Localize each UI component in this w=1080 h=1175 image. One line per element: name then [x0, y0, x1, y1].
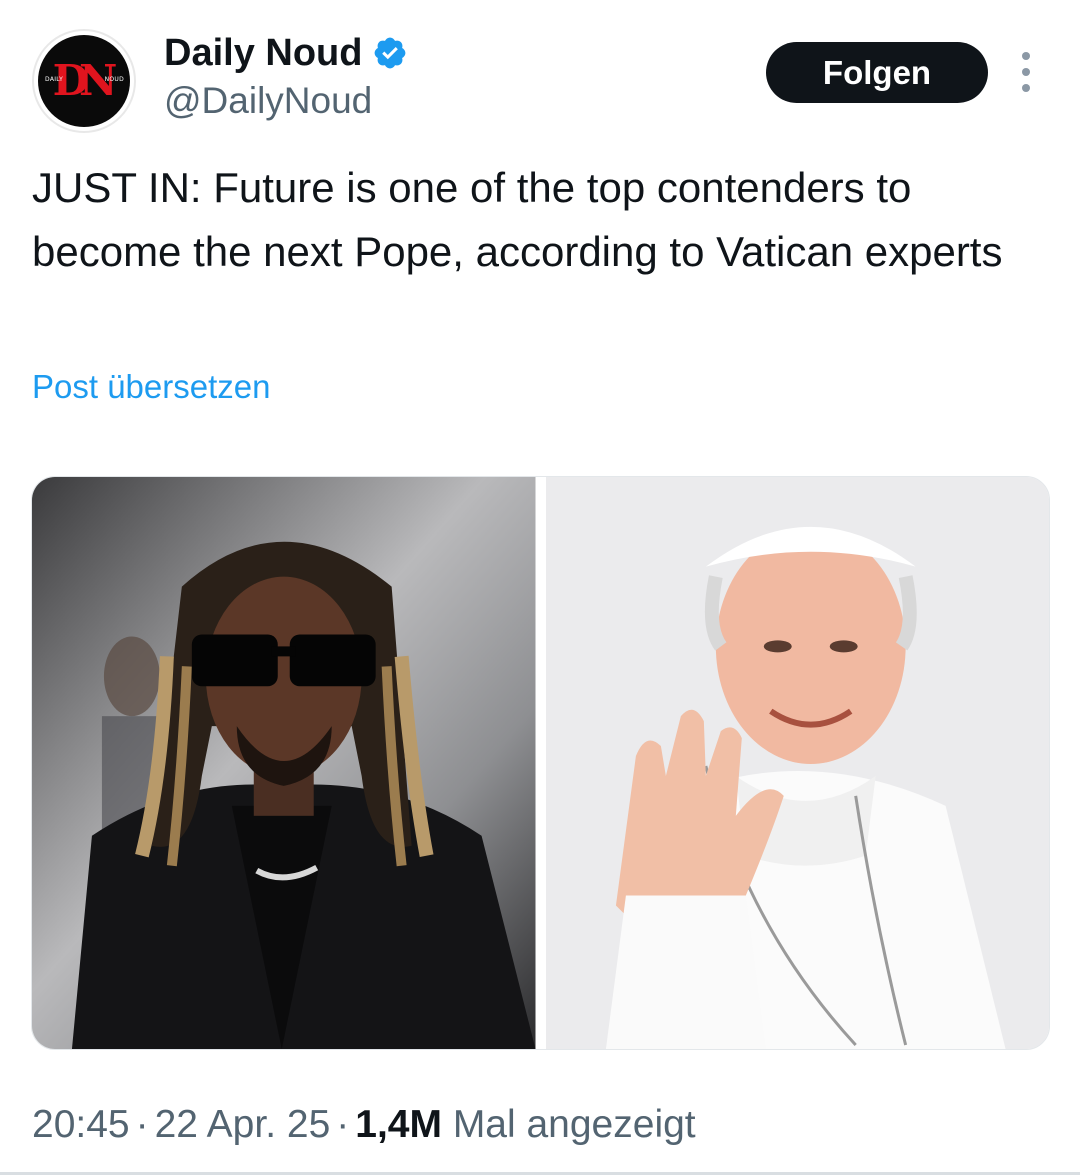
author-avatar[interactable]: DAILY DN NOUD: [32, 29, 136, 133]
meta-separator: ·: [135, 1103, 149, 1146]
more-vertical-icon[interactable]: [1014, 52, 1038, 92]
avatar-right-text: NOUD: [104, 76, 124, 83]
more-dot: [1022, 68, 1030, 76]
avatar-logo-circle: DAILY DN NOUD: [38, 35, 130, 127]
photo-pope-image: [545, 477, 1049, 1049]
author-handle[interactable]: @DailyNoud: [164, 78, 372, 124]
tweet-text: JUST IN: Future is one of the top conten…: [32, 164, 1003, 275]
tweet-meta: 20:45 · 22 Apr. 25 · 1,4M Mal angezeigt: [32, 1100, 696, 1150]
views-count: 1,4M: [355, 1103, 442, 1146]
views-label: Mal angezeigt: [452, 1103, 696, 1146]
more-dot: [1022, 52, 1030, 60]
media-grid: [31, 476, 1050, 1050]
verified-badge-icon: [375, 37, 406, 69]
meta-separator: ·: [336, 1103, 350, 1146]
author-display-name[interactable]: Daily Noud: [164, 30, 362, 76]
media-photo-pope[interactable]: [545, 477, 1049, 1049]
translate-post-link[interactable]: Post übersetzen: [32, 365, 270, 409]
author-name-row[interactable]: Daily Noud: [164, 30, 408, 76]
follow-button[interactable]: Folgen: [766, 42, 988, 103]
more-dot: [1022, 84, 1030, 92]
avatar-left-text: DAILY: [45, 76, 64, 83]
media-photo-future[interactable]: [32, 477, 536, 1049]
photo-future-image: [32, 477, 536, 1049]
tweet-time[interactable]: 20:45: [32, 1103, 130, 1146]
tweet-date[interactable]: 22 Apr. 25: [155, 1103, 331, 1146]
